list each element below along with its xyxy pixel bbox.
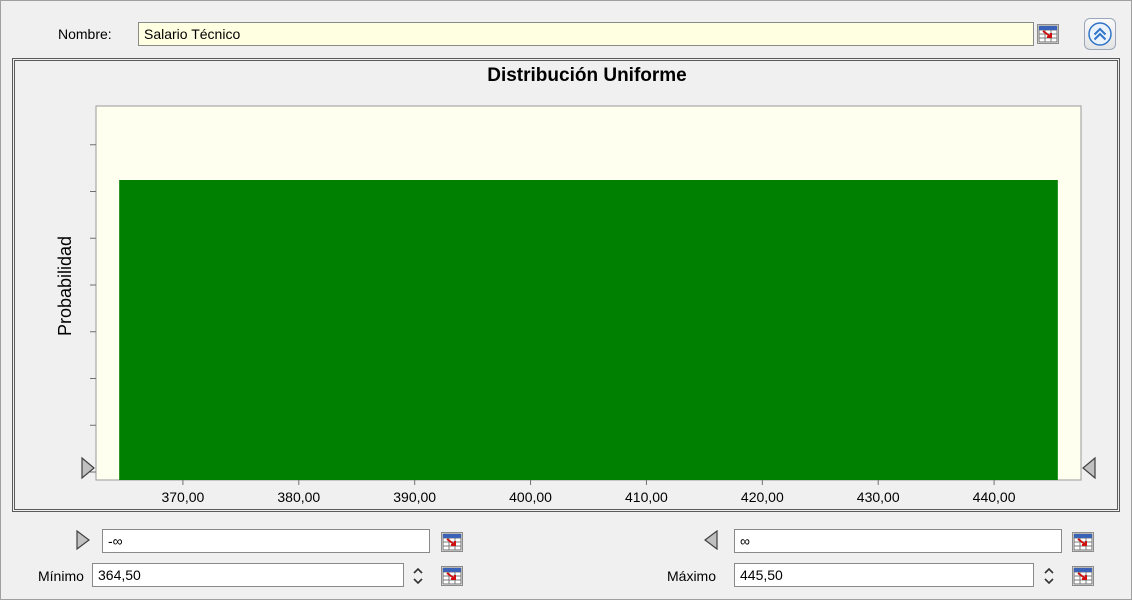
chart-title: Distribución Uniforme xyxy=(487,65,687,86)
name-cell-reference-button[interactable] xyxy=(1037,24,1059,44)
left-truncation-icon[interactable] xyxy=(76,530,90,550)
cell-reference-icon xyxy=(1073,533,1093,551)
cell-reference-icon xyxy=(1038,25,1058,43)
x-tick-label: 370,00 xyxy=(161,489,204,505)
cell-reference-icon xyxy=(442,533,462,551)
cell-reference-icon xyxy=(442,567,462,585)
maximum-input[interactable] xyxy=(734,563,1034,587)
collapse-button[interactable] xyxy=(1084,18,1116,50)
x-tick-label: 390,00 xyxy=(393,489,436,505)
name-input[interactable] xyxy=(138,22,1034,46)
x-tick-label: 440,00 xyxy=(973,489,1016,505)
x-tick-label: 380,00 xyxy=(277,489,320,505)
upper-truncation-input[interactable] xyxy=(734,529,1062,553)
right-truncation-icon[interactable] xyxy=(704,530,718,550)
cell-reference-icon xyxy=(1073,567,1093,585)
left-truncation-marker-icon[interactable] xyxy=(81,456,95,480)
minimum-spin-icon[interactable] xyxy=(411,565,425,587)
minimum-input[interactable] xyxy=(92,563,404,587)
lower-truncation-input[interactable] xyxy=(102,529,430,553)
right-truncation-marker-icon[interactable] xyxy=(1082,456,1096,480)
name-label: Nombre: xyxy=(58,26,112,42)
minimum-label: Mínimo xyxy=(38,568,84,584)
x-tick-label: 410,00 xyxy=(625,489,668,505)
maximum-label: Máximo xyxy=(667,568,717,584)
upper-truncation-cell-reference-button[interactable] xyxy=(1072,532,1094,552)
lower-truncation-cell-reference-button[interactable] xyxy=(441,532,463,552)
collapse-up-icon xyxy=(1088,22,1112,46)
maximum-spin-icon[interactable] xyxy=(1042,565,1056,587)
distribution-chart: Distribución Uniforme 370,00 380,00 390,00… xyxy=(55,65,1096,505)
y-axis-label: Probabilidad xyxy=(55,236,75,336)
uniform-density-bar xyxy=(119,180,1058,480)
x-tick-label: 420,00 xyxy=(741,489,784,505)
x-tick-label: 430,00 xyxy=(857,489,900,505)
maximum-cell-reference-button[interactable] xyxy=(1072,566,1094,586)
minimum-cell-reference-button[interactable] xyxy=(441,566,463,586)
x-tick-label: 400,00 xyxy=(509,489,552,505)
